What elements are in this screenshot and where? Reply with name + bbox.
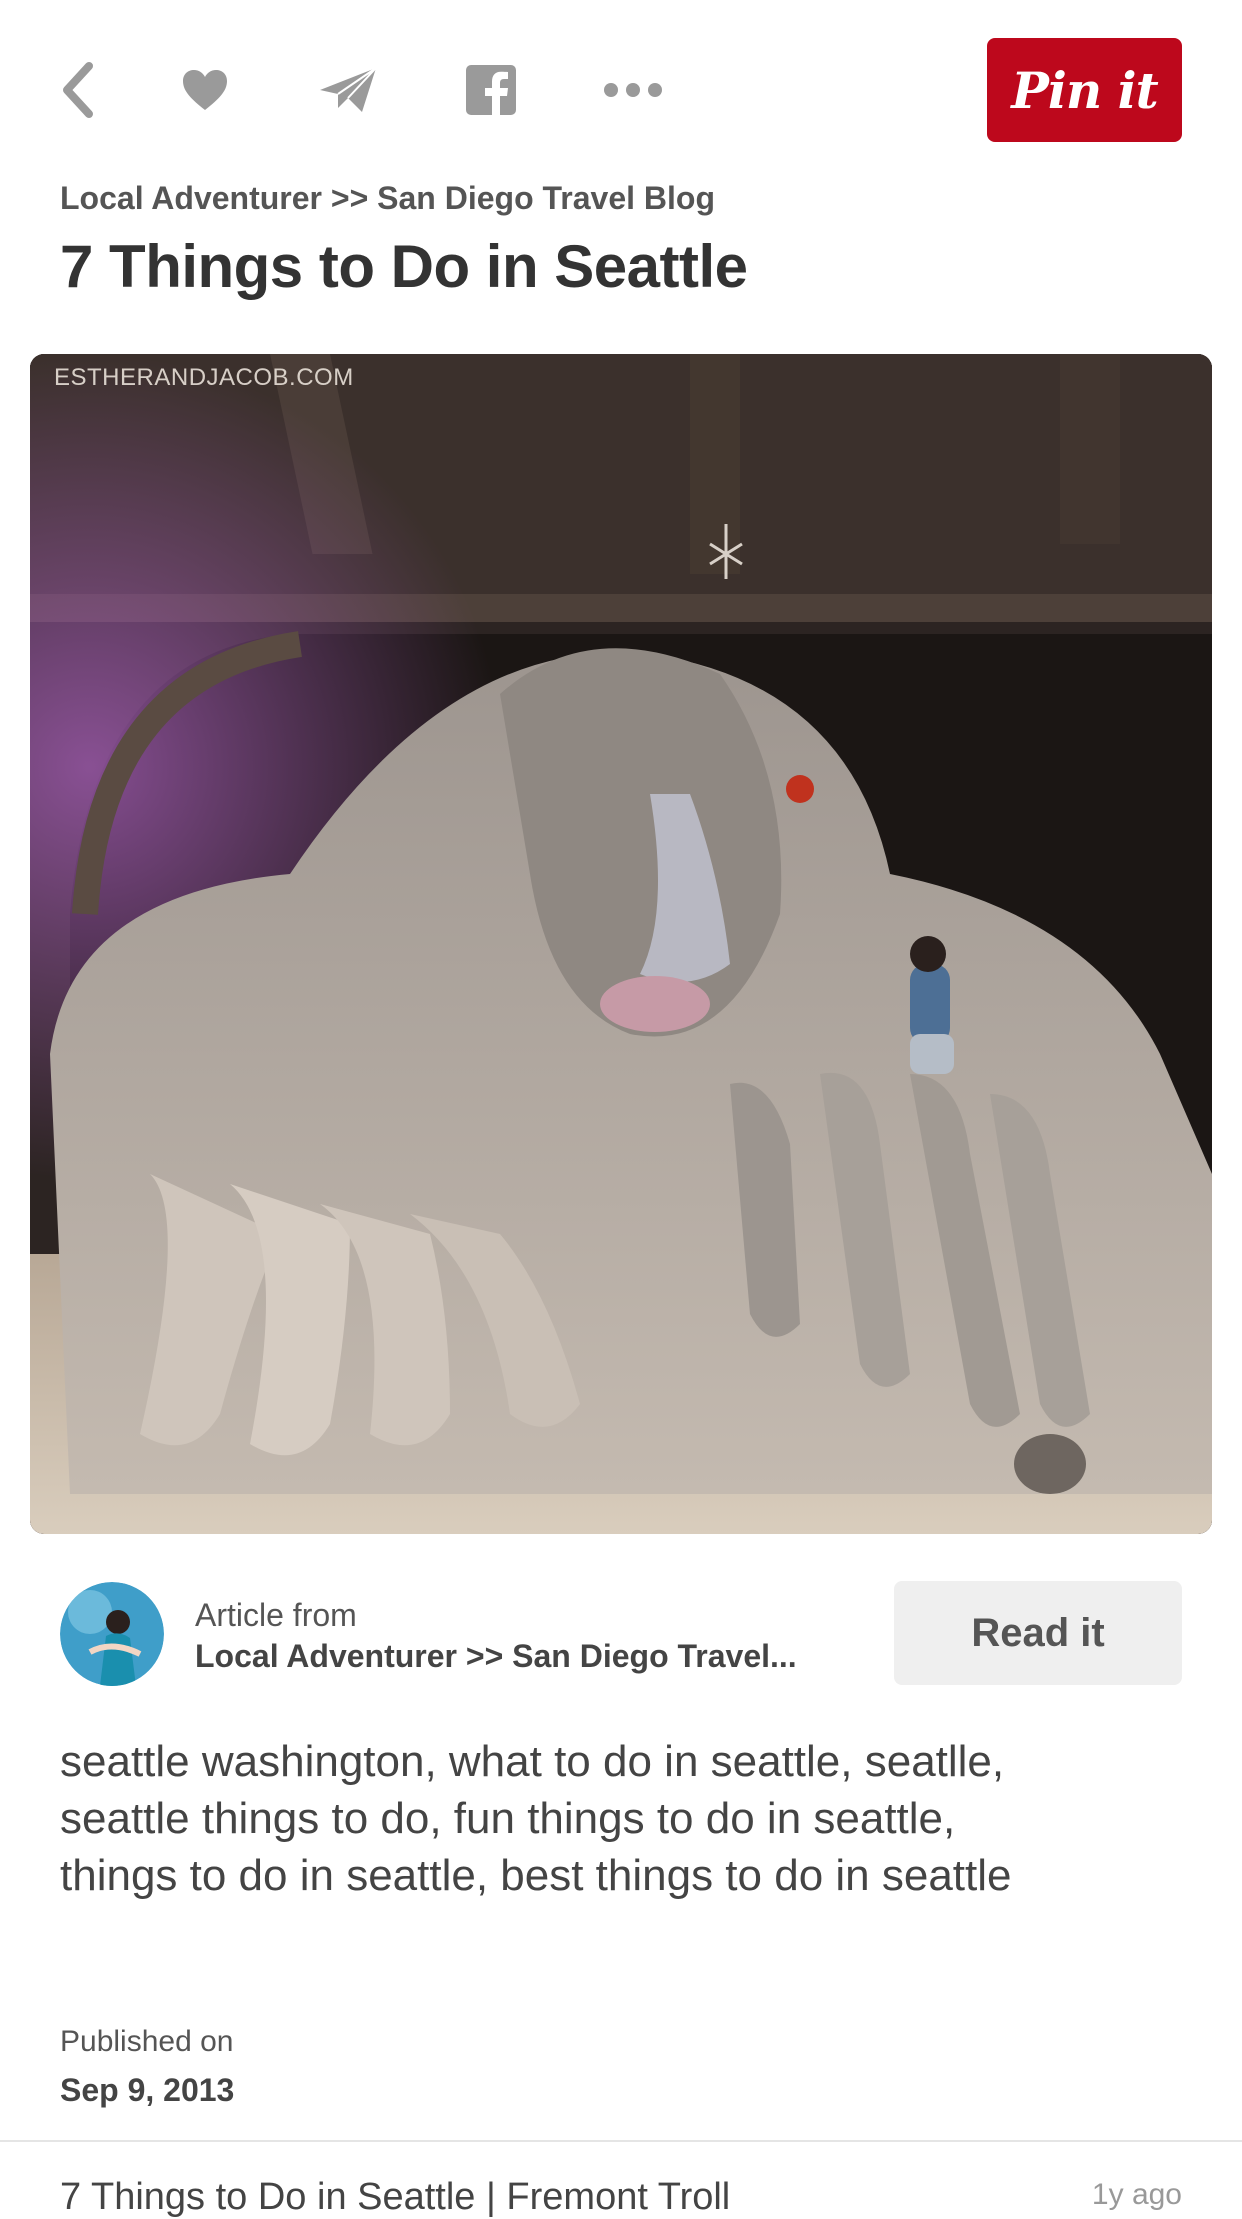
related-pin-title[interactable]: 7 Things to Do in Seattle | Fremont Trol… — [60, 2176, 730, 2219]
page-title: 7 Things to Do in Seattle — [60, 233, 748, 300]
published-label: Published on — [60, 2025, 234, 2058]
pin-it-button[interactable]: Pin it — [987, 38, 1182, 142]
more-icon[interactable] — [600, 38, 666, 142]
back-icon[interactable] — [52, 38, 102, 142]
image-watermark: ESTHERANDJACOB.COM — [54, 364, 354, 391]
divider — [0, 2140, 1242, 2142]
facebook-icon[interactable] — [466, 38, 516, 142]
send-icon[interactable] — [318, 38, 378, 142]
avatar[interactable] — [60, 1582, 164, 1686]
article-source[interactable]: Local Adventurer >> San Diego Travel... — [195, 1638, 815, 1675]
board-source[interactable]: Local Adventurer >> San Diego Travel Blo… — [60, 180, 715, 217]
related-pin-timestamp: 1y ago — [1091, 2178, 1182, 2211]
pin-description: seattle washington, what to do in seattl… — [60, 1737, 1012, 1900]
heart-icon[interactable] — [178, 38, 232, 142]
read-it-button[interactable]: Read it — [894, 1581, 1182, 1685]
article-from-label: Article from — [195, 1597, 357, 1633]
pin-image[interactable]: ESTHERANDJACOB.COM — [30, 354, 1212, 1534]
published-date: Sep 9, 2013 — [60, 2072, 235, 2108]
